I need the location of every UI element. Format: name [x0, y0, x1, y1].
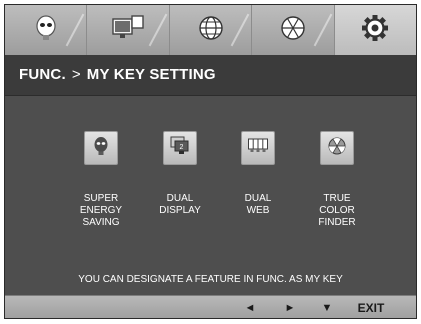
content-area: SUPER ENERGY SAVING 2 DUAL DISPLAY DUAL … — [5, 96, 416, 295]
lightbulb-face-icon — [29, 13, 63, 48]
down-arrow-icon: ▼ — [321, 302, 333, 314]
dual-display-icon — [111, 13, 145, 48]
left-arrow-icon: ◄ — [244, 302, 256, 314]
bottom-bar: ◄ ► ▼ EXIT — [5, 295, 416, 318]
label-line: COLOR — [319, 205, 355, 216]
label-line: SAVING — [82, 217, 120, 228]
dual-display-tile[interactable]: 2 — [163, 131, 197, 165]
right-arrow-icon: ► — [284, 302, 296, 314]
gear-icon — [358, 13, 392, 48]
super-energy-saving-icon — [90, 135, 112, 162]
page-title: FUNC. > MY KEY SETTING — [19, 66, 216, 83]
right-arrow-button[interactable]: ► — [277, 296, 303, 318]
left-arrow-button[interactable]: ◄ — [237, 296, 263, 318]
exit-button[interactable]: EXIT — [347, 296, 395, 318]
super-energy-saving-tile[interactable] — [84, 131, 118, 165]
dual-display-icon: 2 — [169, 135, 191, 162]
option-dual-display[interactable]: 2 DUAL DISPLAY — [150, 131, 210, 217]
option-label: SUPER ENERGY SAVING — [71, 193, 131, 229]
color-wheel-icon — [276, 13, 310, 48]
osd-window: FUNC. > MY KEY SETTING SUPER ENERGY SAVI… — [4, 4, 417, 319]
true-color-finder-icon — [326, 135, 348, 162]
tab-bar — [5, 5, 416, 55]
label-line: DISPLAY — [159, 205, 201, 216]
label-line: WEB — [246, 205, 270, 216]
dual-web-tile[interactable] — [241, 131, 275, 165]
option-super-energy-saving[interactable]: SUPER ENERGY SAVING — [71, 131, 131, 229]
label-line: DUAL — [244, 193, 272, 204]
true-color-finder-tile[interactable] — [320, 131, 354, 165]
down-arrow-button[interactable]: ▼ — [314, 296, 340, 318]
label-line: TRUE — [323, 193, 351, 204]
title-bar: FUNC. > MY KEY SETTING — [5, 55, 416, 96]
dual-web-icon — [247, 135, 269, 162]
my-key-options: SUPER ENERGY SAVING 2 DUAL DISPLAY DUAL … — [71, 131, 361, 241]
option-label: DUAL WEB — [228, 193, 288, 217]
svg-text:2: 2 — [180, 144, 184, 151]
tab-settings[interactable] — [334, 5, 416, 55]
option-dual-web[interactable]: DUAL WEB — [228, 131, 288, 217]
label-line: DUAL — [166, 193, 194, 204]
breadcrumb-separator: > — [71, 66, 81, 83]
tab-dual-display[interactable] — [87, 5, 170, 55]
option-true-color-finder[interactable]: TRUE COLOR FINDER — [307, 131, 367, 229]
globe-icon — [194, 13, 228, 48]
tab-color[interactable] — [252, 5, 335, 55]
tab-dual-web[interactable] — [170, 5, 253, 55]
exit-label: EXIT — [357, 301, 385, 315]
option-label: TRUE COLOR FINDER — [307, 193, 367, 229]
label-line: FINDER — [318, 217, 356, 228]
label-line: SUPER — [83, 193, 119, 204]
label-line: ENERGY — [79, 205, 123, 216]
hint-text: YOU CAN DESIGNATE A FEATURE IN FUNC. AS … — [78, 274, 343, 285]
breadcrumb-section: FUNC. — [19, 66, 66, 83]
tab-picture[interactable] — [5, 5, 88, 55]
option-label: DUAL DISPLAY — [150, 193, 210, 217]
breadcrumb-page: MY KEY SETTING — [86, 66, 216, 83]
